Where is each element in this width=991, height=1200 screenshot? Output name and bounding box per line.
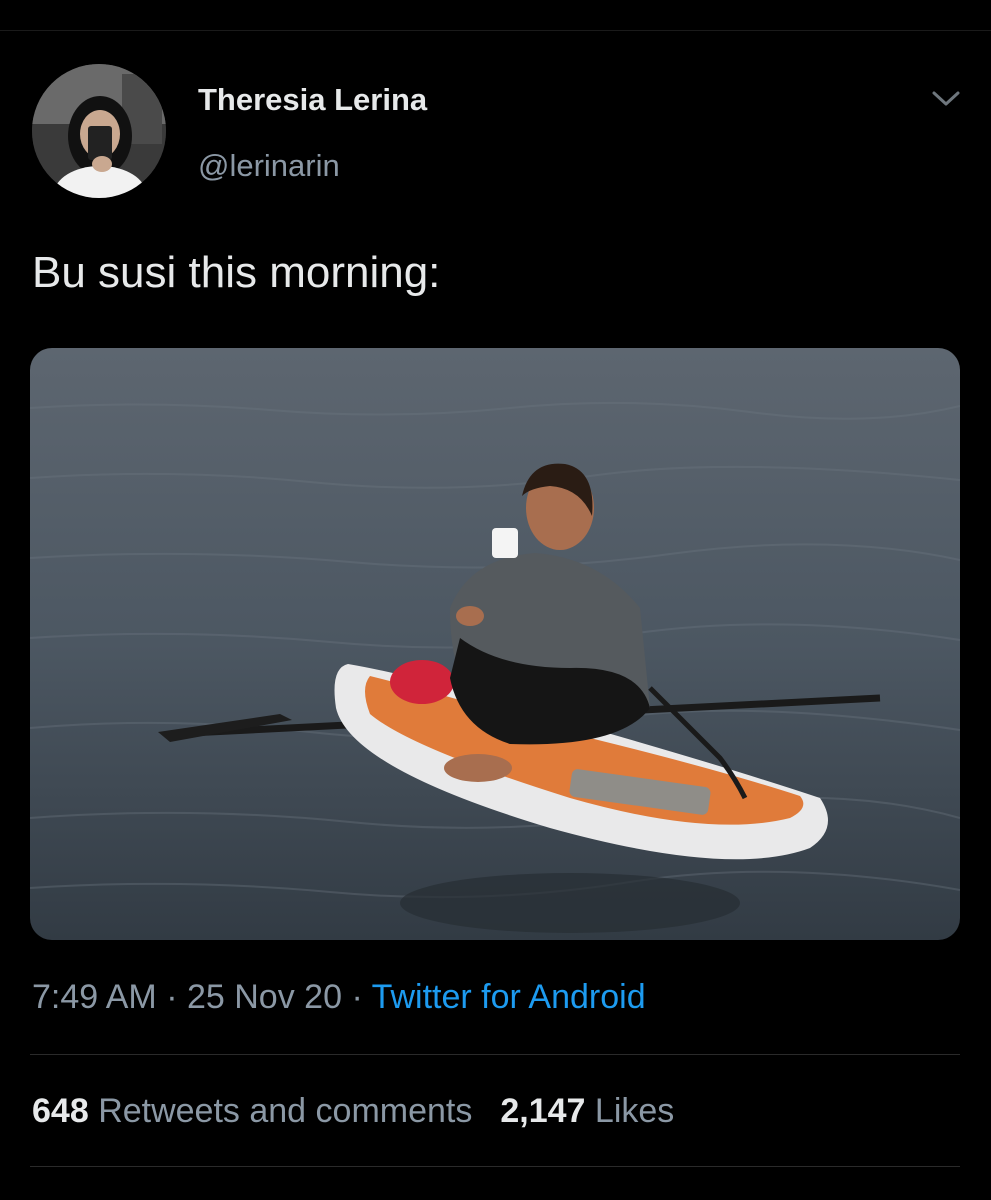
tweet-photo[interactable] <box>30 348 960 940</box>
author-handle[interactable]: @lerinarin <box>198 148 340 184</box>
tweet-time[interactable]: 7:49 AM <box>32 978 157 1016</box>
tweet-meta: 7:49 AM · 25 Nov 20 · Twitter for Androi… <box>32 978 646 1017</box>
retweets-stat[interactable]: 648 Retweets and comments <box>32 1092 472 1130</box>
stats-divider-bottom <box>30 1166 960 1167</box>
likes-label: Likes <box>594 1092 675 1130</box>
top-divider <box>0 30 991 31</box>
retweets-count: 648 <box>32 1092 89 1130</box>
meta-separator: · <box>166 978 178 1016</box>
chevron-down-icon[interactable] <box>930 88 962 110</box>
author-name[interactable]: Theresia Lerina <box>198 82 427 118</box>
tweet-date[interactable]: 25 Nov 20 <box>187 978 342 1016</box>
meta-separator: · <box>351 978 363 1016</box>
likes-stat[interactable]: 2,147 Likes <box>500 1092 674 1130</box>
photo-paddleboard <box>30 348 960 940</box>
retweets-label: Retweets and comments <box>98 1092 473 1130</box>
tweet-stats: 648 Retweets and comments 2,147 Likes <box>32 1092 674 1131</box>
avatar[interactable] <box>32 64 166 198</box>
likes-count: 2,147 <box>500 1092 586 1130</box>
tweet-text: Bu susi this morning: <box>32 248 441 297</box>
avatar-image <box>32 64 166 198</box>
stats-divider-top <box>30 1054 960 1055</box>
tweet-source-link[interactable]: Twitter for Android <box>372 978 646 1016</box>
